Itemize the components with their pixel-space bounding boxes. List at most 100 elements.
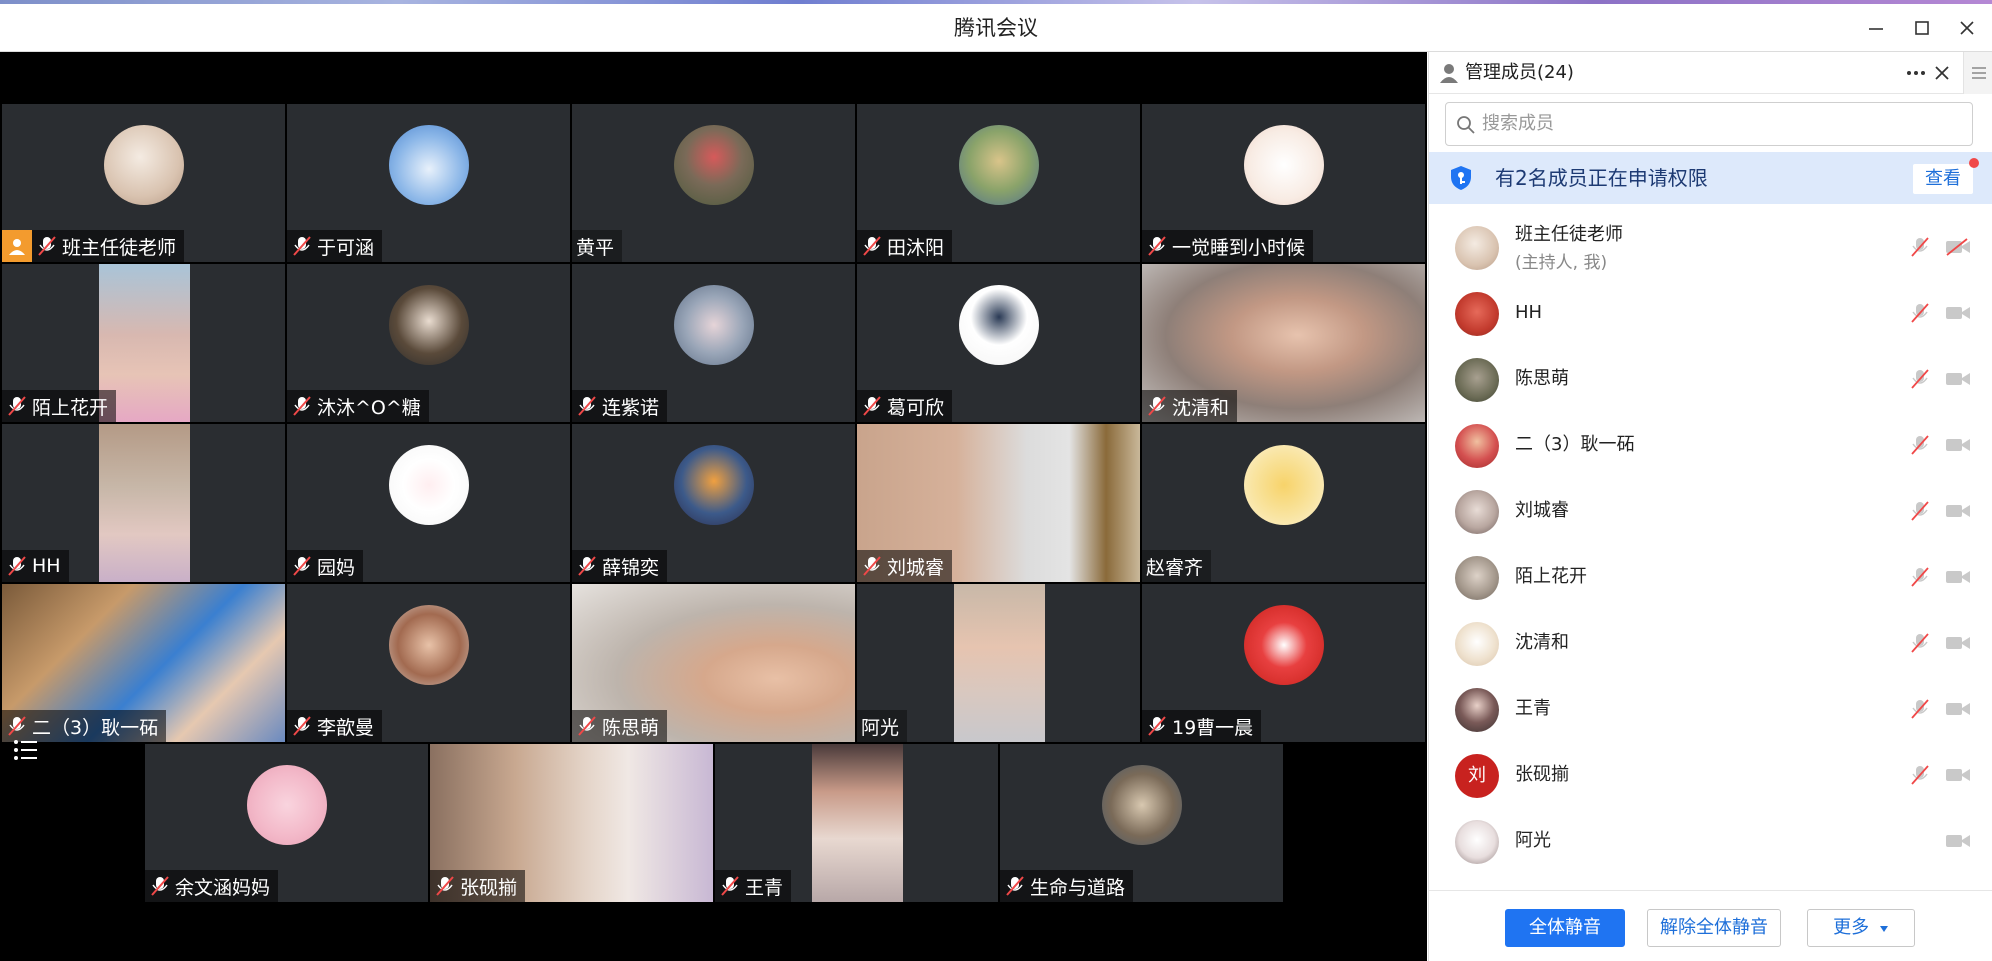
video-tile[interactable]: 连紫诺 (572, 264, 855, 422)
video-tile[interactable]: 二（3）耿一砳 (2, 584, 285, 742)
participant-name: 19曹一晨 (1172, 716, 1254, 739)
camera-icon[interactable] (1945, 304, 1971, 322)
video-tile[interactable]: 葛可欣 (857, 264, 1140, 422)
close-window-button[interactable] (1953, 14, 1981, 42)
mute-all-button[interactable]: 全体静音 (1505, 909, 1625, 947)
member-row[interactable]: 陈思萌 (1429, 346, 1992, 412)
video-tile[interactable]: HH (2, 424, 285, 582)
member-avatar (1455, 226, 1499, 270)
participant-name-bar: 陌上花开 (2, 390, 117, 422)
participant-name: 葛可欣 (887, 396, 945, 419)
muted-mic-icon[interactable] (1909, 631, 1931, 655)
close-panel-icon[interactable] (1933, 64, 1951, 82)
video-tile[interactable]: 陈思萌 (572, 584, 855, 742)
video-tile[interactable]: 于可涵 (287, 104, 570, 262)
video-tile[interactable]: 班主任徒老师 (2, 104, 285, 262)
member-name: 王青 (1515, 698, 1551, 719)
member-name: HH (1515, 302, 1543, 323)
video-tile[interactable]: 张砚揃 (430, 744, 713, 902)
member-row[interactable]: HH (1429, 280, 1992, 346)
participant-name-bar: 一觉睡到小时候 (1142, 230, 1314, 262)
member-avatar (1455, 688, 1499, 732)
muted-mic-icon[interactable] (1909, 235, 1931, 259)
muted-mic-icon[interactable] (1909, 499, 1931, 523)
participant-avatar (389, 125, 469, 205)
search-placeholder: 搜索成员 (1482, 113, 1554, 134)
more-options-icon[interactable] (1905, 64, 1927, 82)
camera-icon[interactable] (1945, 436, 1971, 454)
muted-mic-icon[interactable] (1909, 697, 1931, 721)
member-row[interactable]: 陌上花开 (1429, 544, 1992, 610)
participant-name-bar: 陈思萌 (572, 710, 668, 742)
camera-icon[interactable] (1945, 832, 1971, 850)
video-tile[interactable]: 19曹一晨 (1142, 584, 1425, 742)
members-panel-title: 管理成员(24) (1465, 62, 1574, 83)
video-tile[interactable]: 陌上花开 (2, 264, 285, 422)
minimize-icon (1869, 28, 1883, 30)
muted-mic-icon[interactable] (1909, 433, 1931, 457)
video-tile[interactable]: 田沐阳 (857, 104, 1140, 262)
muted-mic-icon[interactable] (1909, 301, 1931, 325)
window-title: 腾讯会议 (954, 16, 1038, 40)
camera-icon[interactable] (1945, 568, 1971, 586)
muted-mic-icon (38, 236, 56, 256)
camera-icon[interactable] (1945, 502, 1971, 520)
member-row[interactable]: 沈清和 (1429, 610, 1992, 676)
participant-name: 陌上花开 (32, 396, 109, 419)
muted-mic-icon (578, 556, 596, 576)
participant-name: 沐沐^O^糖 (317, 396, 421, 419)
muted-mic-icon[interactable] (1909, 367, 1931, 391)
search-members-input[interactable]: 搜索成员 (1445, 102, 1973, 146)
participant-avatar (389, 605, 469, 685)
member-row[interactable]: 二（3）耿一砳 (1429, 412, 1992, 478)
layout-list-icon[interactable] (12, 736, 40, 764)
video-tile[interactable]: 李歆曼 (287, 584, 570, 742)
camera-off-icon[interactable] (1945, 238, 1971, 256)
video-grid: 班主任徒老师 于可涵 黄平 田沐阳 一觉睡到小时候 陌上花开 沐沐^O^糖 连紫… (0, 52, 1427, 961)
member-row[interactable]: 刘城睿 (1429, 478, 1992, 544)
video-tile[interactable]: 园妈 (287, 424, 570, 582)
video-tile[interactable]: 薛锦奕 (572, 424, 855, 582)
camera-icon[interactable] (1945, 370, 1971, 388)
camera-icon[interactable] (1945, 634, 1971, 652)
panel-side-toggle[interactable] (1963, 52, 1992, 94)
participant-name-bar: 黄平 (572, 230, 623, 262)
member-row[interactable]: 王青 (1429, 676, 1992, 742)
member-row[interactable]: 班主任徒老师 (主持人, 我) (1429, 214, 1992, 280)
video-tile[interactable]: 沈清和 (1142, 264, 1425, 422)
muted-mic-icon[interactable] (1909, 565, 1931, 589)
participant-name-bar: 薛锦奕 (572, 550, 668, 582)
video-tile[interactable]: 赵睿齐 (1142, 424, 1425, 582)
unmute-all-button[interactable]: 解除全体静音 (1647, 909, 1781, 947)
video-tile[interactable]: 刘城睿 (857, 424, 1140, 582)
video-tile[interactable]: 阿光 (857, 584, 1140, 742)
muted-mic-icon (721, 876, 739, 896)
video-tile[interactable]: 黄平 (572, 104, 855, 262)
muted-mic-icon (8, 556, 26, 576)
participant-avatar (247, 765, 327, 845)
camera-icon[interactable] (1945, 700, 1971, 718)
member-row[interactable]: 刘 张砚揃 (1429, 742, 1992, 808)
participant-name-bar: 19曹一晨 (1142, 710, 1262, 742)
video-tile[interactable]: 一觉睡到小时候 (1142, 104, 1425, 262)
minimize-button[interactable] (1862, 14, 1890, 42)
participant-name-bar: 赵睿齐 (1142, 550, 1212, 582)
member-row[interactable]: 阿光 (1429, 808, 1992, 874)
video-tile[interactable]: 余文涵妈妈 (145, 744, 428, 902)
muted-mic-icon (293, 236, 311, 256)
member-role: (主持人, 我) (1515, 253, 1608, 273)
member-avatar (1455, 622, 1499, 666)
members-panel-header: 管理成员(24) (1429, 52, 1992, 94)
member-avatar (1455, 358, 1499, 402)
muted-mic-icon[interactable] (1909, 763, 1931, 787)
notification-dot (1969, 158, 1979, 168)
video-tile[interactable]: 沐沐^O^糖 (287, 264, 570, 422)
more-button[interactable]: 更多 (1807, 909, 1915, 947)
video-tile[interactable]: 生命与道路 (1000, 744, 1283, 902)
camera-icon[interactable] (1945, 766, 1971, 784)
video-tile[interactable]: 王青 (715, 744, 998, 902)
muted-mic-icon (578, 716, 596, 736)
view-requests-button[interactable]: 查看 (1913, 164, 1973, 194)
participant-name: 余文涵妈妈 (175, 876, 271, 899)
maximize-button[interactable] (1908, 14, 1936, 42)
